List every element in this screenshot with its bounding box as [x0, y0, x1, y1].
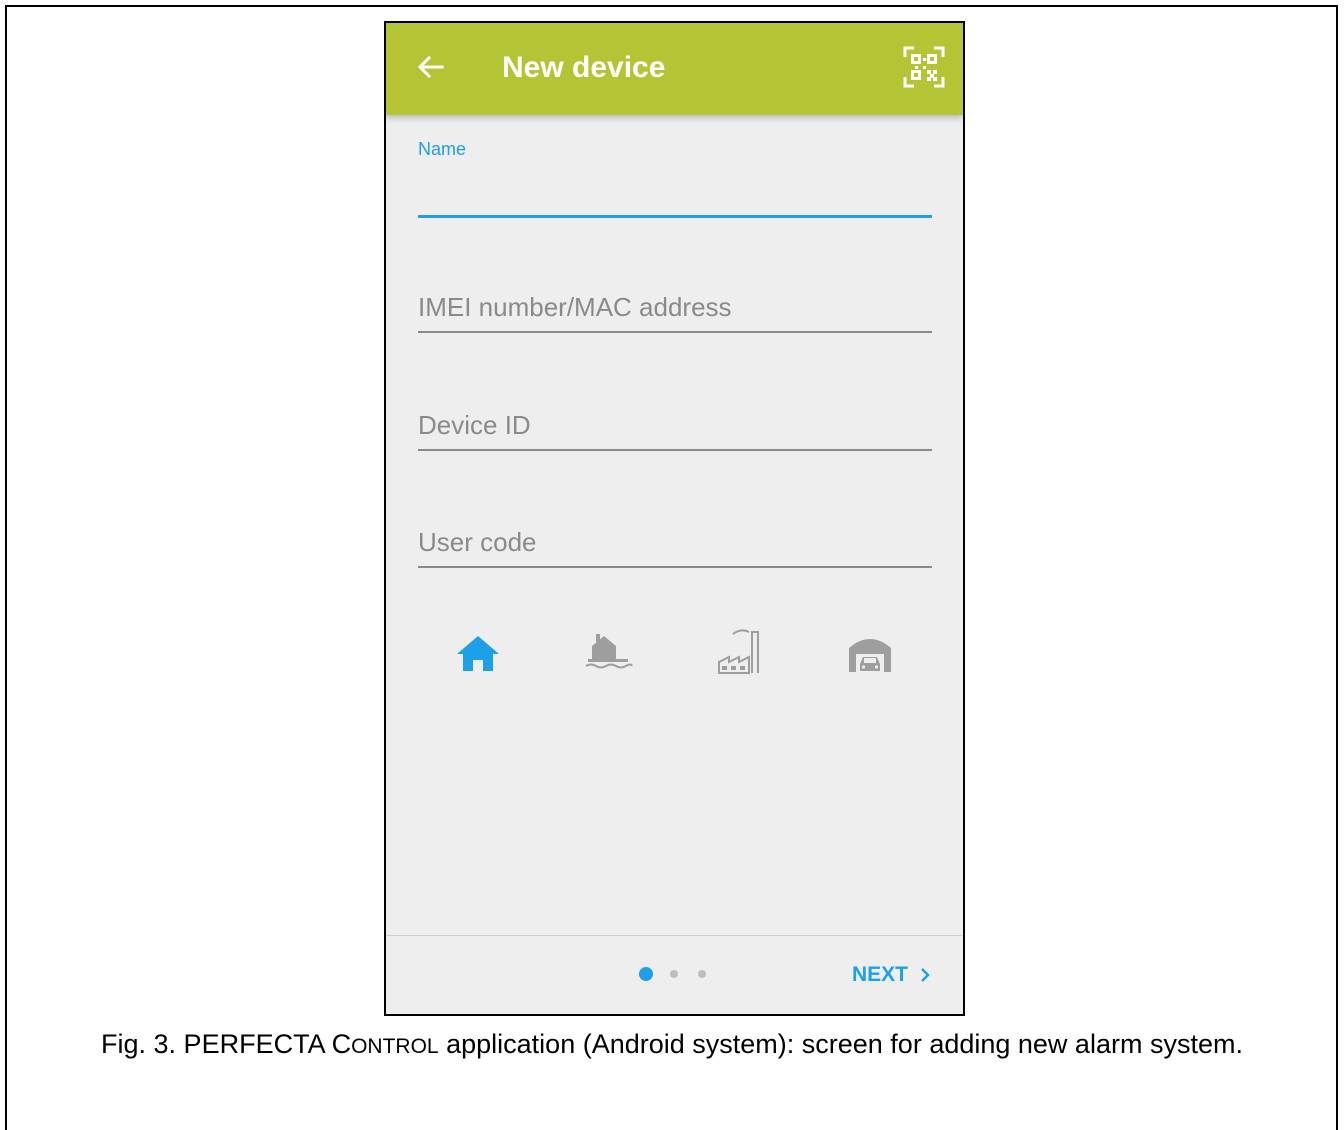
user-code-field-underline [418, 566, 932, 568]
name-field-underline [418, 215, 932, 218]
next-button[interactable]: NEXT [852, 961, 930, 989]
app-bar: New device [386, 23, 963, 115]
chevron-right-icon [921, 968, 930, 982]
figure-caption: Fig. 3. PERFECTA CONTROL application (An… [40, 1027, 1304, 1064]
page-title: New device [502, 51, 666, 84]
imei-field-underline [418, 331, 932, 333]
house-icon[interactable] [452, 626, 504, 676]
caption-text-1: Fig. 3. PERFECTA C [101, 1029, 352, 1059]
page-dot [670, 970, 678, 978]
next-button-label: NEXT [852, 963, 909, 986]
factory-icon[interactable] [713, 626, 765, 676]
page-dot-active [639, 967, 653, 981]
name-field-label: Name [418, 139, 467, 159]
device-id-field-placeholder: Device ID [418, 410, 531, 440]
caption-text-smallcaps: ONTROL [351, 1035, 439, 1058]
user-code-field-placeholder: User code [418, 527, 537, 557]
device-id-field[interactable]: Device ID [418, 405, 932, 451]
garage-car-icon[interactable] [844, 626, 896, 676]
page-dot [698, 970, 706, 978]
caption-text-2: application (Android system): screen for… [438, 1029, 1243, 1059]
imei-field-placeholder: IMEI number/MAC address [418, 292, 732, 322]
name-field[interactable]: Name [418, 139, 932, 218]
qr-code-scan-icon[interactable] [903, 46, 945, 88]
house-by-water-icon[interactable] [582, 626, 634, 676]
object-type-selector [386, 626, 963, 676]
phone-screen: New device Name IMEI number/MAC address … [384, 21, 965, 1016]
device-id-field-underline [418, 449, 932, 451]
user-code-field[interactable]: User code [418, 522, 932, 568]
imei-field[interactable]: IMEI number/MAC address [418, 287, 932, 333]
arrow-left-icon[interactable] [416, 52, 446, 82]
footer-divider [386, 935, 963, 936]
